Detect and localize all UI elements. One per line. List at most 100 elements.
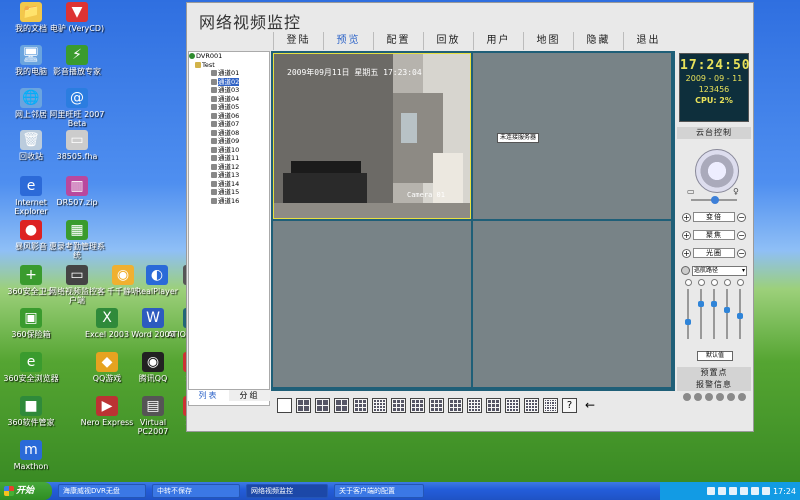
focus-in-button[interactable]: + <box>682 230 691 240</box>
tree-channel[interactable]: 通道03 <box>189 86 269 95</box>
tree-channel[interactable]: 通道16 <box>189 197 269 206</box>
taskbar-button[interactable]: 海康威视DVR无盘 <box>58 484 146 498</box>
tree-channel[interactable]: 通道10 <box>189 146 269 155</box>
menu-item[interactable]: 退出 <box>623 32 673 50</box>
layout-cell <box>374 406 376 408</box>
layout-button-12[interactable] <box>486 398 501 413</box>
tree-root[interactable]: DVR001 <box>189 52 269 61</box>
menu-item[interactable]: 地图 <box>523 32 573 50</box>
tray-icon-3[interactable] <box>728 487 737 495</box>
desktop-icon[interactable]: @ 阿里旺旺 2007 Beta <box>48 88 106 128</box>
hue-slider[interactable] <box>722 279 732 349</box>
volume-slider[interactable] <box>735 279 745 349</box>
video-cell-1[interactable]: 2009年09月11日 星期五 17:23:04 Camera 01 <box>273 53 471 219</box>
taskbar-button[interactable]: 网络视频监控 <box>246 484 328 498</box>
desktop-icon[interactable]: ▥ DR507.zip <box>48 176 106 207</box>
desktop-icon[interactable]: ⚡ 影音播放专家 <box>48 45 106 76</box>
layout-button-14[interactable] <box>524 398 539 413</box>
menu-item[interactable]: 隐藏 <box>573 32 623 50</box>
tray-icon-1[interactable] <box>706 487 715 495</box>
default-button[interactable]: 默认值 <box>697 351 733 361</box>
tree-channel[interactable]: 通道15 <box>189 188 269 197</box>
tree-channel[interactable]: 通道11 <box>189 154 269 163</box>
desktop-icon[interactable]: ▭ 38505.fha <box>48 130 106 161</box>
alarm-header[interactable]: 报警信息 <box>677 379 751 391</box>
saturation-slider[interactable] <box>709 279 719 349</box>
layout-button-4[interactable] <box>334 398 349 413</box>
menu-item[interactable]: 配置 <box>373 32 423 50</box>
layout-button-7[interactable] <box>391 398 406 413</box>
focus-out-button[interactable]: − <box>737 230 746 240</box>
start-button[interactable]: 开始 <box>0 482 52 500</box>
back-arrow-icon[interactable]: ← <box>585 398 595 413</box>
iris-close-button[interactable]: − <box>737 248 746 258</box>
layout-button-11[interactable] <box>467 398 482 413</box>
preset-header[interactable]: 预置点 <box>677 367 751 379</box>
taskbar-button[interactable]: 中转不保存 <box>152 484 240 498</box>
slider-thumb[interactable] <box>698 301 704 307</box>
zoom-in-button[interactable]: + <box>682 212 691 222</box>
layout-button-6[interactable] <box>372 398 387 413</box>
layout-button-8[interactable] <box>410 398 425 413</box>
left-tab[interactable]: 分组 <box>229 390 270 401</box>
contrast-slider[interactable] <box>696 279 706 349</box>
desktop-icon[interactable]: e 360安全浏览器 <box>2 352 60 383</box>
menu-item[interactable]: 用户 <box>473 32 523 50</box>
layout-cell <box>420 400 423 403</box>
tree-channel[interactable]: 通道04 <box>189 95 269 104</box>
video-cell-4[interactable] <box>473 221 671 387</box>
desktop-icon[interactable]: ▣ 360保险箱 <box>2 308 60 339</box>
tree-group[interactable]: Test <box>189 61 269 70</box>
layout-button-13[interactable] <box>505 398 520 413</box>
tray-icon-6[interactable] <box>761 487 770 495</box>
layout-button-10[interactable] <box>448 398 463 413</box>
tree-channel[interactable]: 通道01 <box>189 69 269 78</box>
layout-cell <box>545 402 547 404</box>
menu-item[interactable]: 登陆 <box>273 32 323 50</box>
tray-icon-5[interactable] <box>750 487 759 495</box>
desktop-icon[interactable]: ▼ 电驴 (VeryCD) <box>48 2 106 33</box>
menu-item[interactable]: 预览 <box>323 32 373 50</box>
layout-button-5[interactable] <box>353 398 368 413</box>
slider-thumb[interactable] <box>685 319 691 325</box>
slider-thumb[interactable] <box>724 307 730 313</box>
tree-channel[interactable]: 通道07 <box>189 120 269 129</box>
desktop-icon[interactable]: ■ 360软件管家 <box>2 396 60 427</box>
help-button[interactable]: ? <box>562 398 577 413</box>
slider-thumb[interactable] <box>711 301 717 307</box>
desktop-icon[interactable]: m Maxthon <box>2 440 60 471</box>
tree-channel[interactable]: 通道06 <box>189 112 269 121</box>
layout-cell <box>549 402 552 404</box>
left-tab[interactable]: 列表 <box>188 390 229 401</box>
route-icon[interactable] <box>681 266 690 275</box>
layout-button-15[interactable] <box>543 398 558 413</box>
route-select[interactable]: 巡航路径 ▾ <box>692 265 747 276</box>
focus-label: 聚焦 <box>693 230 735 240</box>
layout-cell <box>488 408 491 411</box>
menu-item[interactable]: 回放 <box>423 32 473 50</box>
tree-channel[interactable]: 通道14 <box>189 180 269 189</box>
tree-channel[interactable]: 通道05 <box>189 103 269 112</box>
speed-slider-thumb[interactable] <box>711 196 719 204</box>
tree-channel[interactable]: 通道08 <box>189 129 269 138</box>
tray-icon-2[interactable] <box>717 487 726 495</box>
app-window: 网络视频监控 登陆 预览 配置 回放 用户 地图 隐藏 退出 DVR001 Test 通道01… <box>186 2 754 432</box>
tray-icon-4[interactable] <box>739 487 748 495</box>
layout-button-2[interactable] <box>296 398 311 413</box>
layout-button-1[interactable] <box>277 398 292 413</box>
iris-open-button[interactable]: + <box>682 248 691 258</box>
tree-channel[interactable]: 通道09 <box>189 137 269 146</box>
video-cell-3[interactable] <box>273 221 471 387</box>
layout-button-3[interactable] <box>315 398 330 413</box>
video-cell-2[interactable]: 未连接服务器 <box>473 53 671 219</box>
slider-thumb[interactable] <box>737 313 743 319</box>
layout-button-9[interactable] <box>429 398 444 413</box>
desktop-icon[interactable]: ▦ 惠录考勤管理系统 <box>48 220 106 260</box>
tree-channel[interactable]: 通道02 <box>189 77 269 87</box>
zoom-out-button[interactable]: − <box>737 212 746 222</box>
taskbar-button[interactable]: 关于客户端的配置 <box>334 484 424 498</box>
tree-channel[interactable]: 通道13 <box>189 171 269 180</box>
app-title: 网络视频监控 <box>199 13 302 32</box>
tree-channel[interactable]: 通道12 <box>189 163 269 172</box>
brightness-slider[interactable] <box>683 279 693 349</box>
